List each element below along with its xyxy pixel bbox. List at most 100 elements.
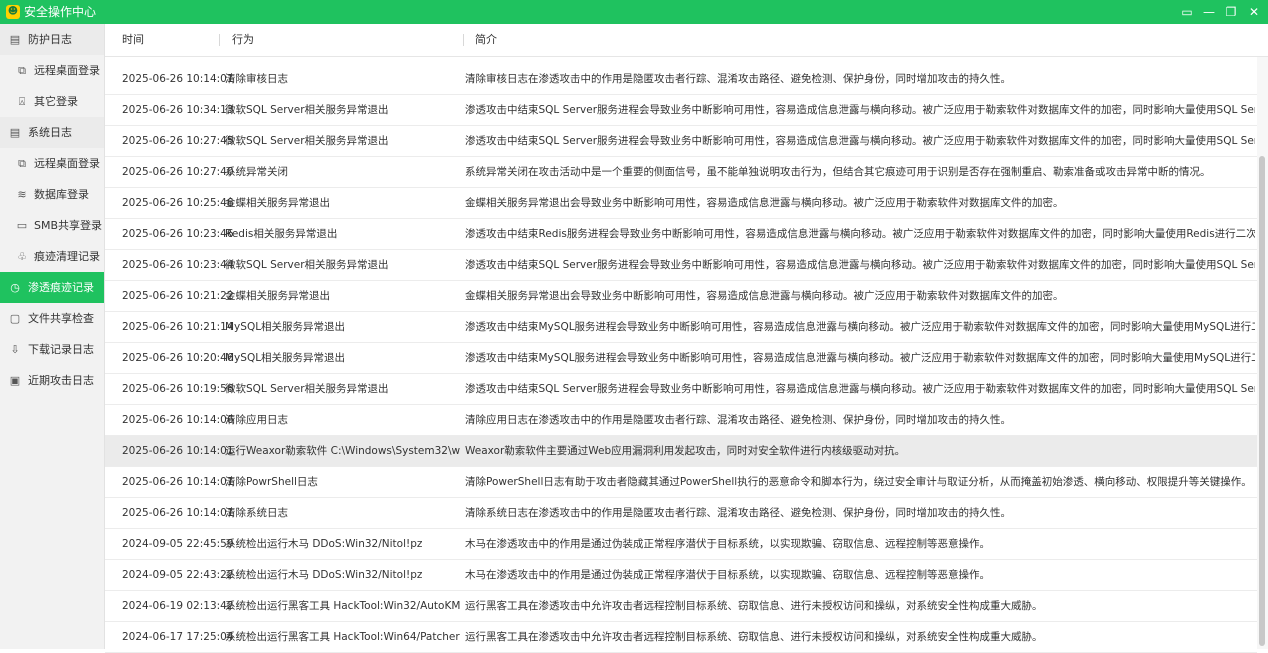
sidebar-item-label: 数据库登录: [34, 188, 89, 201]
database-icon: ≋: [17, 188, 27, 201]
table-row[interactable]: 2024-09-05 22:43:22 系统检出运行木马 DDoS:Win32/N…: [105, 560, 1257, 591]
row-description: 金蝶相关服务异常退出会导致业务中断影响可用性，容易造成信息泄露与横向移动。被广泛…: [465, 290, 1064, 302]
clock-icon: ◷: [10, 281, 20, 294]
log-icon: ▤: [9, 33, 21, 46]
column-divider[interactable]: [219, 34, 220, 46]
scrollbar-thumb[interactable]: [1259, 156, 1265, 646]
sidebar-item-penetration-trace[interactable]: ◷ 渗透痕迹记录: [0, 272, 104, 303]
table-row[interactable]: 2024-06-17 17:25:04 系统检出运行黑客工具 HackTool:W…: [105, 622, 1257, 653]
table-row[interactable]: 2025-06-26 10:27:45 微软SQL Server相关服务异常退出 渗…: [105, 126, 1257, 157]
column-header-desc[interactable]: 简介: [475, 24, 497, 56]
row-action: 系统检出运行木马 DDoS:Win32/Nitol!pz: [225, 538, 423, 550]
column-header-time[interactable]: 时间: [122, 24, 144, 56]
row-time: 2025-06-26 10:14:01: [122, 476, 234, 488]
table-row[interactable]: 2024-09-05 22:45:59 系统检出运行木马 DDoS:Win32/N…: [105, 529, 1257, 560]
row-time: 2025-06-26 10:21:22: [122, 290, 234, 302]
row-action: 金蝶相关服务异常退出: [225, 290, 330, 302]
sidebar-item-remote-desktop-login[interactable]: ⧉ 远程桌面登录: [0, 55, 104, 86]
minimize-button[interactable]: —: [1198, 0, 1220, 24]
sidebar-item-trace-cleanup[interactable]: ♧ 痕迹清理记录: [0, 241, 104, 272]
table-row[interactable]: 2025-06-26 10:21:22 金蝶相关服务异常退出 金蝶相关服务异常退出会…: [105, 281, 1257, 312]
row-time: 2025-06-26 10:19:56: [122, 383, 234, 395]
table-row[interactable]: 2025-06-26 10:14:01 清除系统日志 清除系统日志在渗透攻击中的作用…: [105, 498, 1257, 529]
row-action: 系统检出运行黑客工具 HackTool:Win32/AutoKMS: [225, 600, 461, 612]
remote-desktop-icon: ⧉: [18, 64, 26, 77]
row-description: 渗透攻击中结束MySQL服务进程会导致业务中断影响可用性，容易造成信息泄露与横向…: [465, 321, 1255, 333]
row-description: 木马在渗透攻击中的作用是通过伪装成正常程序潜伏于目标系统，以实现欺骗、窃取信息、…: [465, 569, 990, 581]
table-row[interactable]: 2025-06-26 10:14:01 清除PowrShell日志 清除PowerS…: [105, 467, 1257, 498]
row-action: 清除系统日志: [225, 507, 288, 519]
sidebar: ▤ 防护日志 ⧉ 远程桌面登录 ⍓ 其它登录 ▤ 系统日志 ⧉ 远程桌面登录 ≋…: [0, 24, 105, 649]
row-action: 系统检出运行黑客工具 HackTool:Win64/Patcher: [225, 631, 460, 643]
row-time: 2025-06-26 10:27:45: [122, 135, 234, 147]
sidebar-item-label: SMB共享登录: [34, 219, 103, 232]
maximize-button[interactable]: ❐: [1220, 0, 1242, 24]
row-description: 金蝶相关服务异常退出会导致业务中断影响可用性，容易造成信息泄露与横向移动。被广泛…: [465, 197, 1064, 209]
close-button[interactable]: ✕: [1243, 0, 1265, 24]
feedback-icon[interactable]: ▭: [1176, 0, 1198, 24]
app-logo-icon: ☻: [6, 5, 20, 19]
sidebar-item-recent-attack-log[interactable]: ▣ 近期攻击日志: [0, 365, 104, 396]
row-description: 渗透攻击中结束SQL Server服务进程会导致业务中断影响可用性，容易造成信息…: [465, 383, 1255, 395]
row-description: 渗透攻击中结束SQL Server服务进程会导致业务中断影响可用性，容易造成信息…: [465, 135, 1255, 147]
row-description: Weaxor勒索软件主要通过Web应用漏洞利用发起攻击，同时对安全软件进行内核级…: [465, 445, 906, 457]
row-description: 渗透攻击中结束Redis服务进程会导致业务中断影响可用性，容易造成信息泄露与横向…: [465, 228, 1255, 240]
column-header-action[interactable]: 行为: [232, 24, 254, 56]
sidebar-item-label: 防护日志: [28, 33, 72, 46]
row-action: 清除PowrShell日志: [225, 476, 318, 488]
row-time: 2025-06-26 10:34:13: [122, 104, 234, 116]
row-description: 渗透攻击中结束SQL Server服务进程会导致业务中断影响可用性，容易造成信息…: [465, 104, 1255, 116]
row-description: 清除审核日志在渗透攻击中的作用是隐匿攻击者行踪、混淆攻击路径、避免检测、保护身份…: [465, 73, 1011, 85]
row-description: 运行黑客工具在渗透攻击中允许攻击者远程控制目标系统、窃取信息、进行未授权访问和操…: [465, 631, 1043, 643]
sidebar-item-label: 系统日志: [28, 126, 72, 139]
row-description: 清除系统日志在渗透攻击中的作用是隐匿攻击者行踪、混淆攻击路径、避免检测、保护身份…: [465, 507, 1011, 519]
sidebar-item-label: 近期攻击日志: [28, 374, 94, 387]
row-time: 2025-06-26 10:21:14: [122, 321, 234, 333]
column-divider[interactable]: [463, 34, 464, 46]
row-action: 金蝶相关服务异常退出: [225, 197, 330, 209]
sidebar-item-system-log[interactable]: ▤ 系统日志: [0, 117, 104, 148]
row-time: 2025-06-26 10:14:06: [122, 414, 234, 426]
row-action: 微软SQL Server相关服务异常退出: [225, 259, 389, 271]
table-row[interactable]: 2025-06-26 10:27:40 系统异常关闭 系统异常关闭在攻击活动中是一个…: [105, 157, 1257, 188]
row-time: 2024-09-05 22:45:59: [122, 538, 234, 550]
row-time: 2025-06-26 10:20:46: [122, 352, 234, 364]
sidebar-item-download-log[interactable]: ⇩ 下载记录日志: [0, 334, 104, 365]
row-time: 2025-06-26 10:27:40: [122, 166, 234, 178]
row-time: 2024-06-19 02:13:42: [122, 600, 234, 612]
remote-desktop-icon: ⧉: [18, 157, 26, 170]
row-action: MySQL相关服务异常退出: [225, 352, 346, 364]
row-action: 系统检出运行木马 DDoS:Win32/Nitol!pz: [225, 569, 423, 581]
sidebar-item-other-login[interactable]: ⍓ 其它登录: [0, 86, 104, 117]
table-row[interactable]: 2025-06-26 10:25:46 金蝶相关服务异常退出 金蝶相关服务异常退出会…: [105, 188, 1257, 219]
row-description: 渗透攻击中结束SQL Server服务进程会导致业务中断影响可用性，容易造成信息…: [465, 259, 1255, 271]
row-time: 2025-06-26 10:14:01: [122, 507, 234, 519]
table-row[interactable]: 2025-06-26 10:14:01 清除审核日志 清除审核日志在渗透攻击中的作用…: [105, 64, 1257, 95]
row-action: Redis相关服务异常退出: [225, 228, 338, 240]
table-row[interactable]: 2025-06-26 10:14:06 清除应用日志 清除应用日志在渗透攻击中的作用…: [105, 405, 1257, 436]
table-row[interactable]: 2024-06-19 02:13:42 系统检出运行黑客工具 HackTool:W…: [105, 591, 1257, 622]
sidebar-item-protection-log[interactable]: ▤ 防护日志: [0, 24, 104, 55]
row-time: 2025-06-26 10:14:01: [122, 73, 234, 85]
table-row[interactable]: 2025-06-26 10:20:46 MySQL相关服务异常退出 渗透攻击中结束M…: [105, 343, 1257, 374]
sidebar-item-file-share-check[interactable]: ▢ 文件共享检查: [0, 303, 104, 334]
row-description: 木马在渗透攻击中的作用是通过伪装成正常程序潜伏于目标系统，以实现欺骗、窃取信息、…: [465, 538, 990, 550]
sidebar-item-label: 其它登录: [34, 95, 78, 108]
row-description: 清除应用日志在渗透攻击中的作用是隐匿攻击者行踪、混淆攻击路径、避免检测、保护身份…: [465, 414, 1011, 426]
table-row[interactable]: 2025-06-26 10:21:14 MySQL相关服务异常退出 渗透攻击中结束M…: [105, 312, 1257, 343]
row-action: 清除应用日志: [225, 414, 288, 426]
sidebar-item-database-login[interactable]: ≋ 数据库登录: [0, 179, 104, 210]
row-time: 2025-06-26 10:14:01: [122, 445, 234, 457]
table-row[interactable]: 2025-06-26 10:23:46 Redis相关服务异常退出 渗透攻击中结束R…: [105, 219, 1257, 250]
table-row[interactable]: 2025-06-26 10:19:56 微软SQL Server相关服务异常退出 渗…: [105, 374, 1257, 405]
sidebar-item-system-remote-desktop-login[interactable]: ⧉ 远程桌面登录: [0, 148, 104, 179]
table-row[interactable]: 2025-06-26 10:34:13 微软SQL Server相关服务异常退出 渗…: [105, 95, 1257, 126]
row-action: 清除审核日志: [225, 73, 288, 85]
table-row[interactable]: 2025-06-26 10:14:01 运行Weaxor勒索软件 C:\Windo…: [105, 436, 1257, 467]
row-time: 2025-06-26 10:23:46: [122, 228, 234, 240]
table-row[interactable]: 2025-06-26 10:23:44 微软SQL Server相关服务异常退出 渗…: [105, 250, 1257, 281]
window-title: 安全操作中心: [24, 5, 97, 19]
sidebar-item-label: 下载记录日志: [28, 343, 94, 356]
sidebar-item-smb-login[interactable]: ▭ SMB共享登录: [0, 210, 104, 241]
row-description: 渗透攻击中结束MySQL服务进程会导致业务中断影响可用性，容易造成信息泄露与横向…: [465, 352, 1255, 364]
